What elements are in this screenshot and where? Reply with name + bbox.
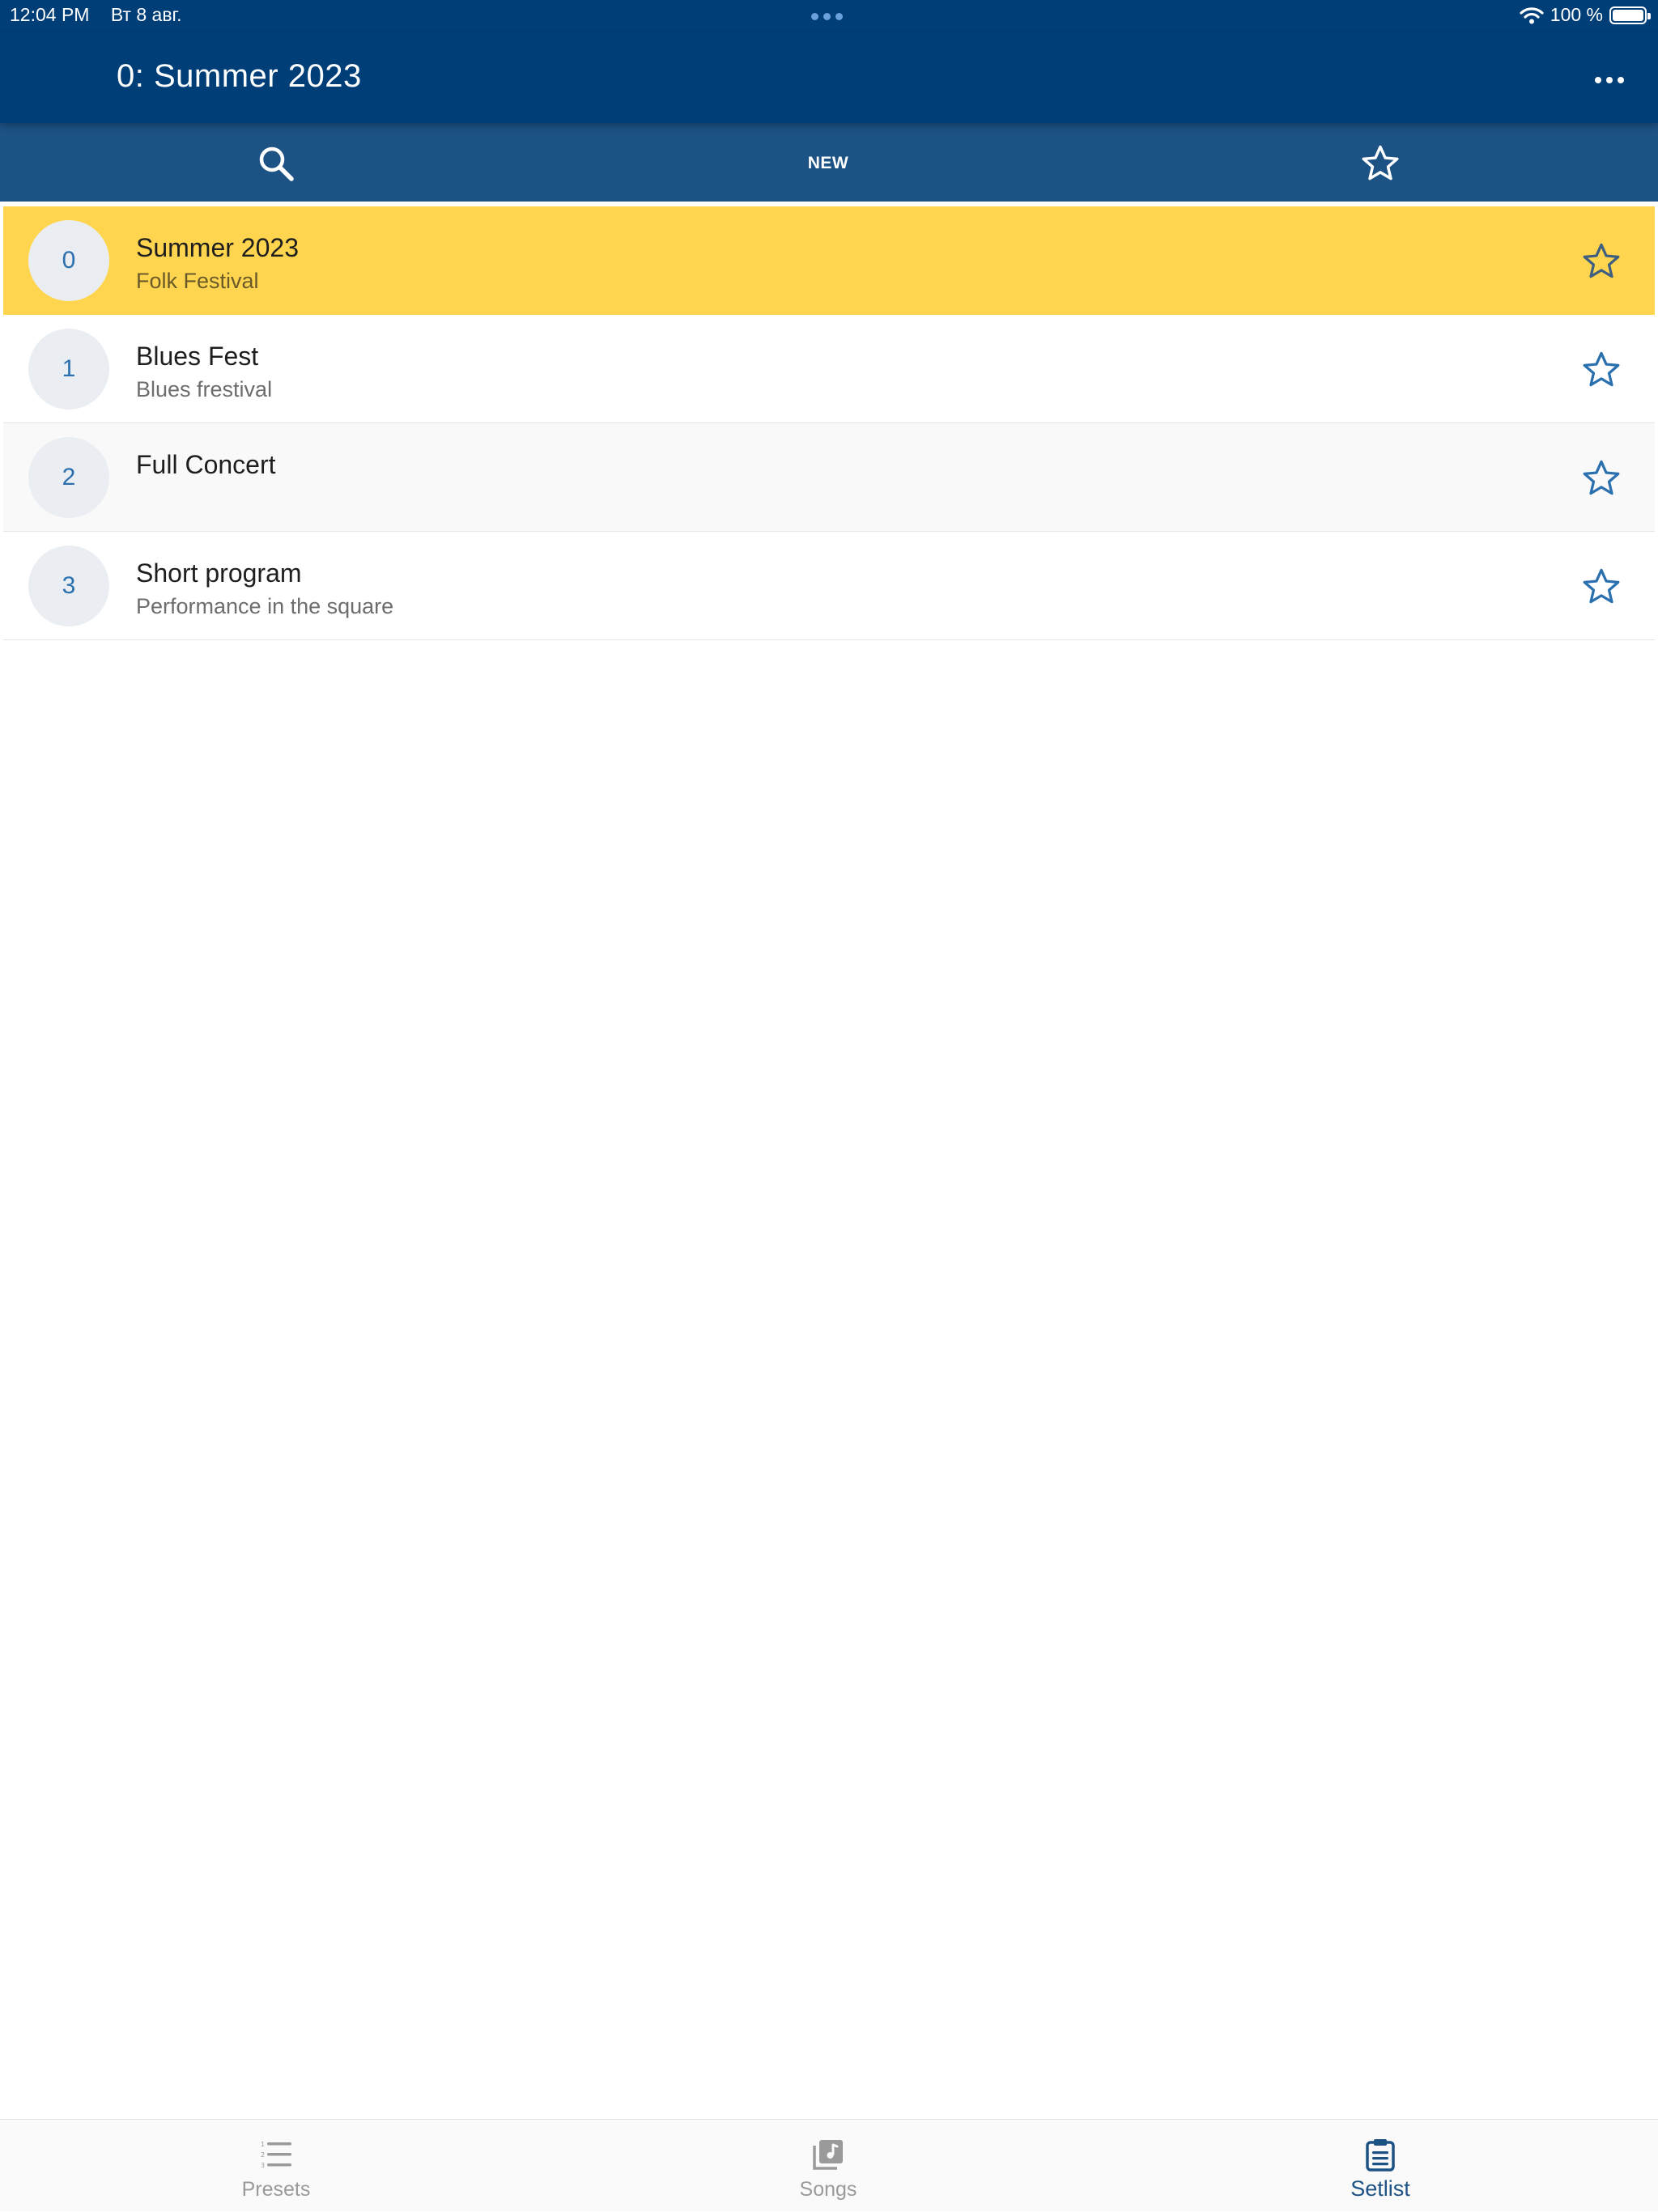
tab-label: Presets (241, 2178, 311, 2201)
setlist-list: 0 Summer 2023 Folk Festival 1 Blues Fest… (3, 206, 1655, 640)
setlist-number: 2 (28, 437, 109, 518)
clipboard-icon (1366, 2139, 1395, 2172)
status-bar: 12:04 PM Вт 8 авг. 100 % (0, 0, 1658, 32)
battery-icon (1609, 6, 1651, 24)
favorite-star-icon[interactable] (1580, 349, 1622, 391)
setlist-number: 1 (28, 329, 109, 410)
favorites-button[interactable] (1104, 123, 1656, 204)
status-right: 100 % (1520, 4, 1651, 26)
setlist-subtitle: Blues frestival (136, 377, 273, 401)
wifi-icon (1520, 6, 1544, 23)
multitasking-dots-icon[interactable] (811, 13, 843, 20)
setlist-row[interactable]: 3 Short program Performance in the squar… (3, 532, 1655, 640)
setlist-row[interactable]: 2 Full Concert (3, 423, 1655, 532)
svg-text:3: 3 (261, 2162, 265, 2169)
new-label: NEW (807, 154, 849, 172)
favorite-star-icon[interactable] (1580, 566, 1622, 608)
new-setlist-button[interactable]: NEW (552, 123, 1104, 204)
battery-percent: 100 % (1550, 4, 1603, 25)
setlist-row[interactable]: 0 Summer 2023 Folk Festival (3, 206, 1655, 315)
tab-label: Setlist (1350, 2176, 1410, 2201)
tab-setlist[interactable]: Setlist (1104, 2120, 1656, 2212)
star-icon (1362, 145, 1399, 180)
tab-bar: 1 2 3 Presets Songs Setlist (0, 2119, 1658, 2211)
setlist-title: Full Concert (136, 450, 276, 479)
numbered-list-icon: 1 2 3 (261, 2141, 291, 2169)
more-options-button[interactable] (1585, 68, 1634, 92)
favorite-star-icon[interactable] (1580, 240, 1622, 282)
nav-bar: 0: Summer 2023 (0, 32, 1658, 123)
search-icon (259, 146, 294, 181)
tab-label: Songs (799, 2178, 857, 2201)
favorite-star-icon[interactable] (1580, 457, 1622, 499)
page-title: 0: Summer 2023 (117, 58, 362, 94)
setlist-title: Summer 2023 (136, 233, 299, 262)
tab-presets[interactable]: 1 2 3 Presets (0, 2120, 552, 2212)
status-date: Вт 8 авг. (110, 4, 182, 25)
setlist-number: 3 (28, 546, 109, 626)
toolbar: NEW (0, 123, 1658, 204)
status-left: 12:04 PM Вт 8 авг. (10, 4, 198, 26)
setlist-row[interactable]: 1 Blues Fest Blues frestival (3, 315, 1655, 423)
svg-text:2: 2 (261, 2151, 265, 2159)
tab-songs[interactable]: Songs (552, 2120, 1104, 2212)
search-button[interactable] (0, 123, 552, 204)
setlist-title: Blues Fest (136, 342, 259, 371)
music-album-icon (813, 2140, 843, 2170)
setlist-title: Short program (136, 558, 302, 588)
setlist-number: 0 (28, 220, 109, 301)
svg-text:1: 1 (261, 2141, 265, 2148)
status-time: 12:04 PM (10, 4, 90, 25)
setlist-subtitle: Folk Festival (136, 269, 259, 293)
ellipsis-icon (1595, 77, 1601, 83)
setlist-subtitle: Performance in the square (136, 594, 394, 618)
